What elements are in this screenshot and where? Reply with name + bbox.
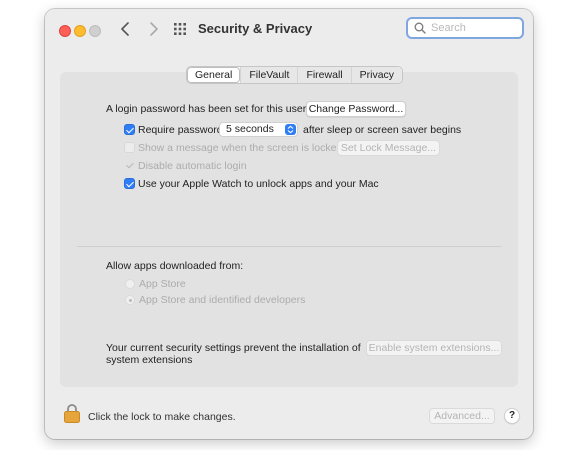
lock-text: Click the lock to make changes. bbox=[88, 411, 236, 423]
show-message-checkbox[interactable] bbox=[124, 142, 135, 153]
disable-auto-login-checkbox[interactable] bbox=[124, 160, 135, 171]
tab-privacy[interactable]: Privacy bbox=[350, 67, 403, 83]
app-store-identified-radio[interactable] bbox=[125, 295, 135, 305]
require-password-delay-select[interactable]: 5 seconds bbox=[219, 122, 298, 137]
apple-watch-label: Use your Apple Watch to unlock apps and … bbox=[138, 178, 379, 190]
grid-icon[interactable] bbox=[173, 22, 187, 36]
tab-firewall[interactable]: Firewall bbox=[297, 67, 351, 83]
tab-general[interactable]: General bbox=[187, 67, 241, 83]
extensions-text-line1: Your current security settings prevent t… bbox=[106, 342, 361, 354]
minimize-light-icon[interactable] bbox=[74, 25, 86, 37]
zoom-light-icon[interactable] bbox=[89, 25, 101, 37]
chevron-left-icon[interactable] bbox=[119, 20, 133, 38]
after-sleep-text: after sleep or screen saver begins bbox=[303, 124, 462, 136]
security-privacy-window: Security & Privacy Search General FileVa… bbox=[45, 9, 533, 439]
set-lock-message-button[interactable]: Set Lock Message... bbox=[337, 140, 440, 156]
select-value: 5 seconds bbox=[226, 123, 274, 135]
section-divider bbox=[77, 246, 502, 247]
app-store-radio[interactable] bbox=[125, 279, 135, 289]
search-icon bbox=[414, 22, 426, 34]
enable-system-extensions-button[interactable]: Enable system extensions... bbox=[366, 340, 502, 356]
help-button[interactable]: ? bbox=[504, 408, 520, 424]
change-password-button[interactable]: Change Password... bbox=[306, 101, 406, 117]
title-bar: Security & Privacy Search bbox=[45, 9, 533, 49]
search-placeholder: Search bbox=[431, 22, 466, 34]
login-password-text: A login password has been set for this u… bbox=[106, 103, 307, 115]
extensions-text-line2: system extensions bbox=[106, 354, 193, 366]
app-store-identified-label: App Store and identified developers bbox=[139, 294, 306, 306]
downloads-heading: Allow apps downloaded from: bbox=[106, 260, 244, 272]
window-title: Security & Privacy bbox=[198, 21, 313, 36]
chevron-right-icon[interactable] bbox=[146, 20, 160, 38]
tab-bar: General FileVault Firewall Privacy bbox=[186, 66, 404, 84]
lock-icon[interactable] bbox=[64, 403, 80, 423]
show-message-label: Show a message when the screen is locked bbox=[138, 142, 343, 154]
require-password-checkbox[interactable] bbox=[124, 124, 135, 135]
app-store-label: App Store bbox=[139, 278, 186, 290]
tab-filevault[interactable]: FileVault bbox=[240, 67, 298, 83]
require-password-label: Require password bbox=[138, 124, 223, 136]
close-light-icon[interactable] bbox=[59, 25, 71, 37]
chevron-up-down-icon bbox=[285, 124, 296, 135]
disable-auto-login-label: Disable automatic login bbox=[138, 160, 247, 172]
apple-watch-checkbox[interactable] bbox=[124, 178, 135, 189]
search-field[interactable]: Search bbox=[406, 17, 524, 39]
advanced-button[interactable]: Advanced... bbox=[429, 408, 495, 424]
